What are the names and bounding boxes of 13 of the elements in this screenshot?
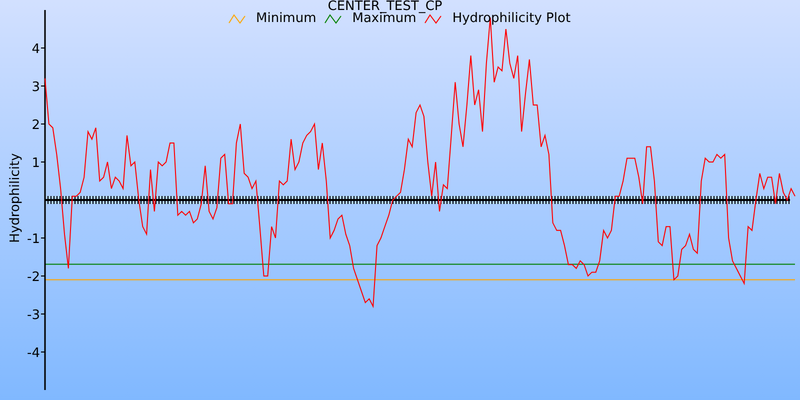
legend-label: Hydrophilicity Plot	[452, 11, 571, 26]
y-tick-label: -4	[27, 346, 40, 361]
legend-label: Minimum	[256, 11, 316, 26]
y-tick-label: 1	[32, 156, 40, 171]
y-tick-label: -3	[27, 308, 40, 323]
chart-title: CENTER_TEST_CP	[328, 0, 442, 13]
y-tick-label: 2	[32, 118, 40, 133]
legend-label: Maximum	[352, 11, 416, 26]
y-tick-label: 3	[32, 80, 40, 95]
y-axis-title: Hydrophilicity	[8, 153, 23, 243]
y-tick-label: 4	[32, 42, 40, 57]
y-tick-label: -2	[27, 270, 40, 285]
y-tick-label: -1	[27, 232, 40, 247]
